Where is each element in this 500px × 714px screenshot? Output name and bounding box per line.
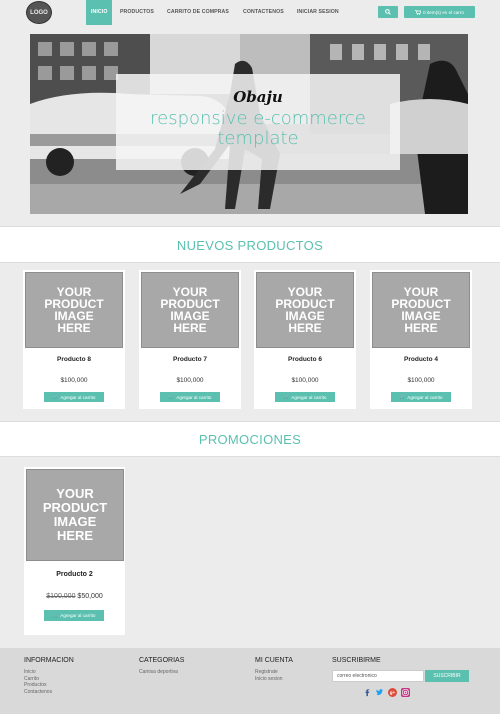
footer-subscribe-title: SUSCRIBIRME — [332, 657, 381, 664]
logo-text: LOGO — [30, 9, 48, 16]
cart-icon: 🛒 — [283, 394, 290, 399]
product-image[interactable]: YOUR PRODUCT IMAGE HERE — [25, 272, 123, 348]
cart-icon: 🛒 — [52, 612, 59, 618]
subscribe-button[interactable]: SUSCRIBIR — [425, 670, 469, 682]
cart-icon: 🛒 — [52, 394, 59, 399]
product-price: $100,000 — [291, 377, 319, 384]
footer-account-title: MI CUENTA — [255, 657, 293, 664]
cart-icon: 🛒 — [399, 394, 406, 399]
product-name[interactable]: Producto 6 — [254, 356, 356, 363]
product-image[interactable]: YOUR PRODUCT IMAGE HERE — [26, 469, 124, 561]
cart-button[interactable]: 0 item(s) en el carro — [404, 6, 475, 18]
hero-tagline-1: responsive e-commerce — [150, 108, 366, 129]
product-card[interactable]: YOUR PRODUCT IMAGE HERE Producto 7 $100,000… — [139, 270, 241, 409]
promo-product-card[interactable]: YOUR PRODUCT IMAGE HERE Producto 2 $100,000… — [24, 467, 125, 635]
footer-account: MI CUENTA Registrate Inicio sesion — [255, 657, 293, 682]
product-price: $100,000 — [60, 377, 88, 384]
footer-subscribe: SUSCRIBIRME — [332, 657, 381, 669]
nav-item-iniciar-sesion[interactable]: Iniciar sesion — [297, 0, 339, 25]
nav-item-productos[interactable]: Productos — [120, 0, 154, 25]
new-price: $50,000 — [77, 593, 103, 600]
facebook-icon[interactable] — [363, 688, 372, 697]
product-image[interactable]: YOUR PRODUCT IMAGE HERE — [372, 272, 470, 348]
hero-banner[interactable]: Obaju responsive e-commerce template — [30, 34, 468, 214]
hero-brand: Obaju — [233, 88, 283, 106]
add-to-cart-button[interactable]: 🛒 Agregar al carrito — [391, 392, 451, 402]
footer-info: INFORMACION Inicio Carrito Productos Con… — [24, 657, 74, 695]
hero-tagline-2: template — [217, 128, 299, 149]
product-name[interactable]: Producto 4 — [370, 356, 472, 363]
section-title-promotions: PROMOCIONES — [0, 421, 500, 457]
product-image[interactable]: YOUR PRODUCT IMAGE HERE — [141, 272, 239, 348]
product-price: $100,000 $50,000 — [24, 593, 125, 600]
old-price: $100,000 — [46, 593, 76, 600]
product-name[interactable]: Producto 7 — [139, 356, 241, 363]
product-card[interactable]: YOUR PRODUCT IMAGE HERE Producto 4 $100,000… — [370, 270, 472, 409]
footer-info-title: INFORMACION — [24, 657, 74, 664]
footer-link[interactable]: Camisa deportiva — [139, 669, 184, 676]
search-icon — [385, 9, 391, 15]
add-to-cart-button[interactable]: 🛒 Agregar al carrito — [44, 610, 104, 621]
product-price: $100,000 — [176, 377, 204, 384]
twitter-icon[interactable] — [375, 688, 384, 697]
footer-link[interactable]: Inicio sesion — [255, 676, 293, 683]
hero-overlay: Obaju responsive e-commerce template — [116, 74, 400, 170]
nav-item-contactenos[interactable]: Contactenos — [243, 0, 284, 25]
cart-icon: 🛒 — [168, 394, 175, 399]
footer-categories: CATEGORIAS Camisa deportiva — [139, 657, 184, 676]
product-price: $100,000 — [407, 377, 435, 384]
nav-item-carrito[interactable]: Carrito de compras — [167, 0, 229, 25]
add-to-cart-button[interactable]: 🛒 Agregar al carrito — [275, 392, 335, 402]
section-title-new-products: NUEVOS PRODUCTOS — [0, 226, 500, 263]
logo[interactable]: LOGO — [26, 1, 52, 24]
add-to-cart-button[interactable]: 🛒 Agregar al carrito — [44, 392, 104, 402]
cart-icon — [415, 9, 422, 15]
email-field[interactable] — [332, 670, 424, 682]
footer-link[interactable]: Contactenos — [24, 689, 74, 696]
navbar: LOGO Inicio Productos Carrito de compras… — [0, 0, 500, 25]
cart-label: 0 item(s) en el carro — [423, 9, 464, 15]
google-plus-icon[interactable]: g+ — [388, 688, 397, 697]
product-card[interactable]: YOUR PRODUCT IMAGE HERE Producto 6 $100,000… — [254, 270, 356, 409]
product-name[interactable]: Producto 8 — [23, 356, 125, 363]
product-name[interactable]: Producto 2 — [24, 571, 125, 578]
footer-categories-title: CATEGORIAS — [139, 657, 185, 664]
search-button[interactable] — [378, 6, 398, 18]
product-image[interactable]: YOUR PRODUCT IMAGE HERE — [256, 272, 354, 348]
instagram-icon[interactable] — [401, 688, 410, 697]
product-card[interactable]: YOUR PRODUCT IMAGE HERE Producto 8 $100,000… — [23, 270, 125, 409]
nav-item-inicio[interactable]: Inicio — [86, 0, 113, 25]
add-to-cart-button[interactable]: 🛒 Agregar al carrito — [160, 392, 220, 402]
